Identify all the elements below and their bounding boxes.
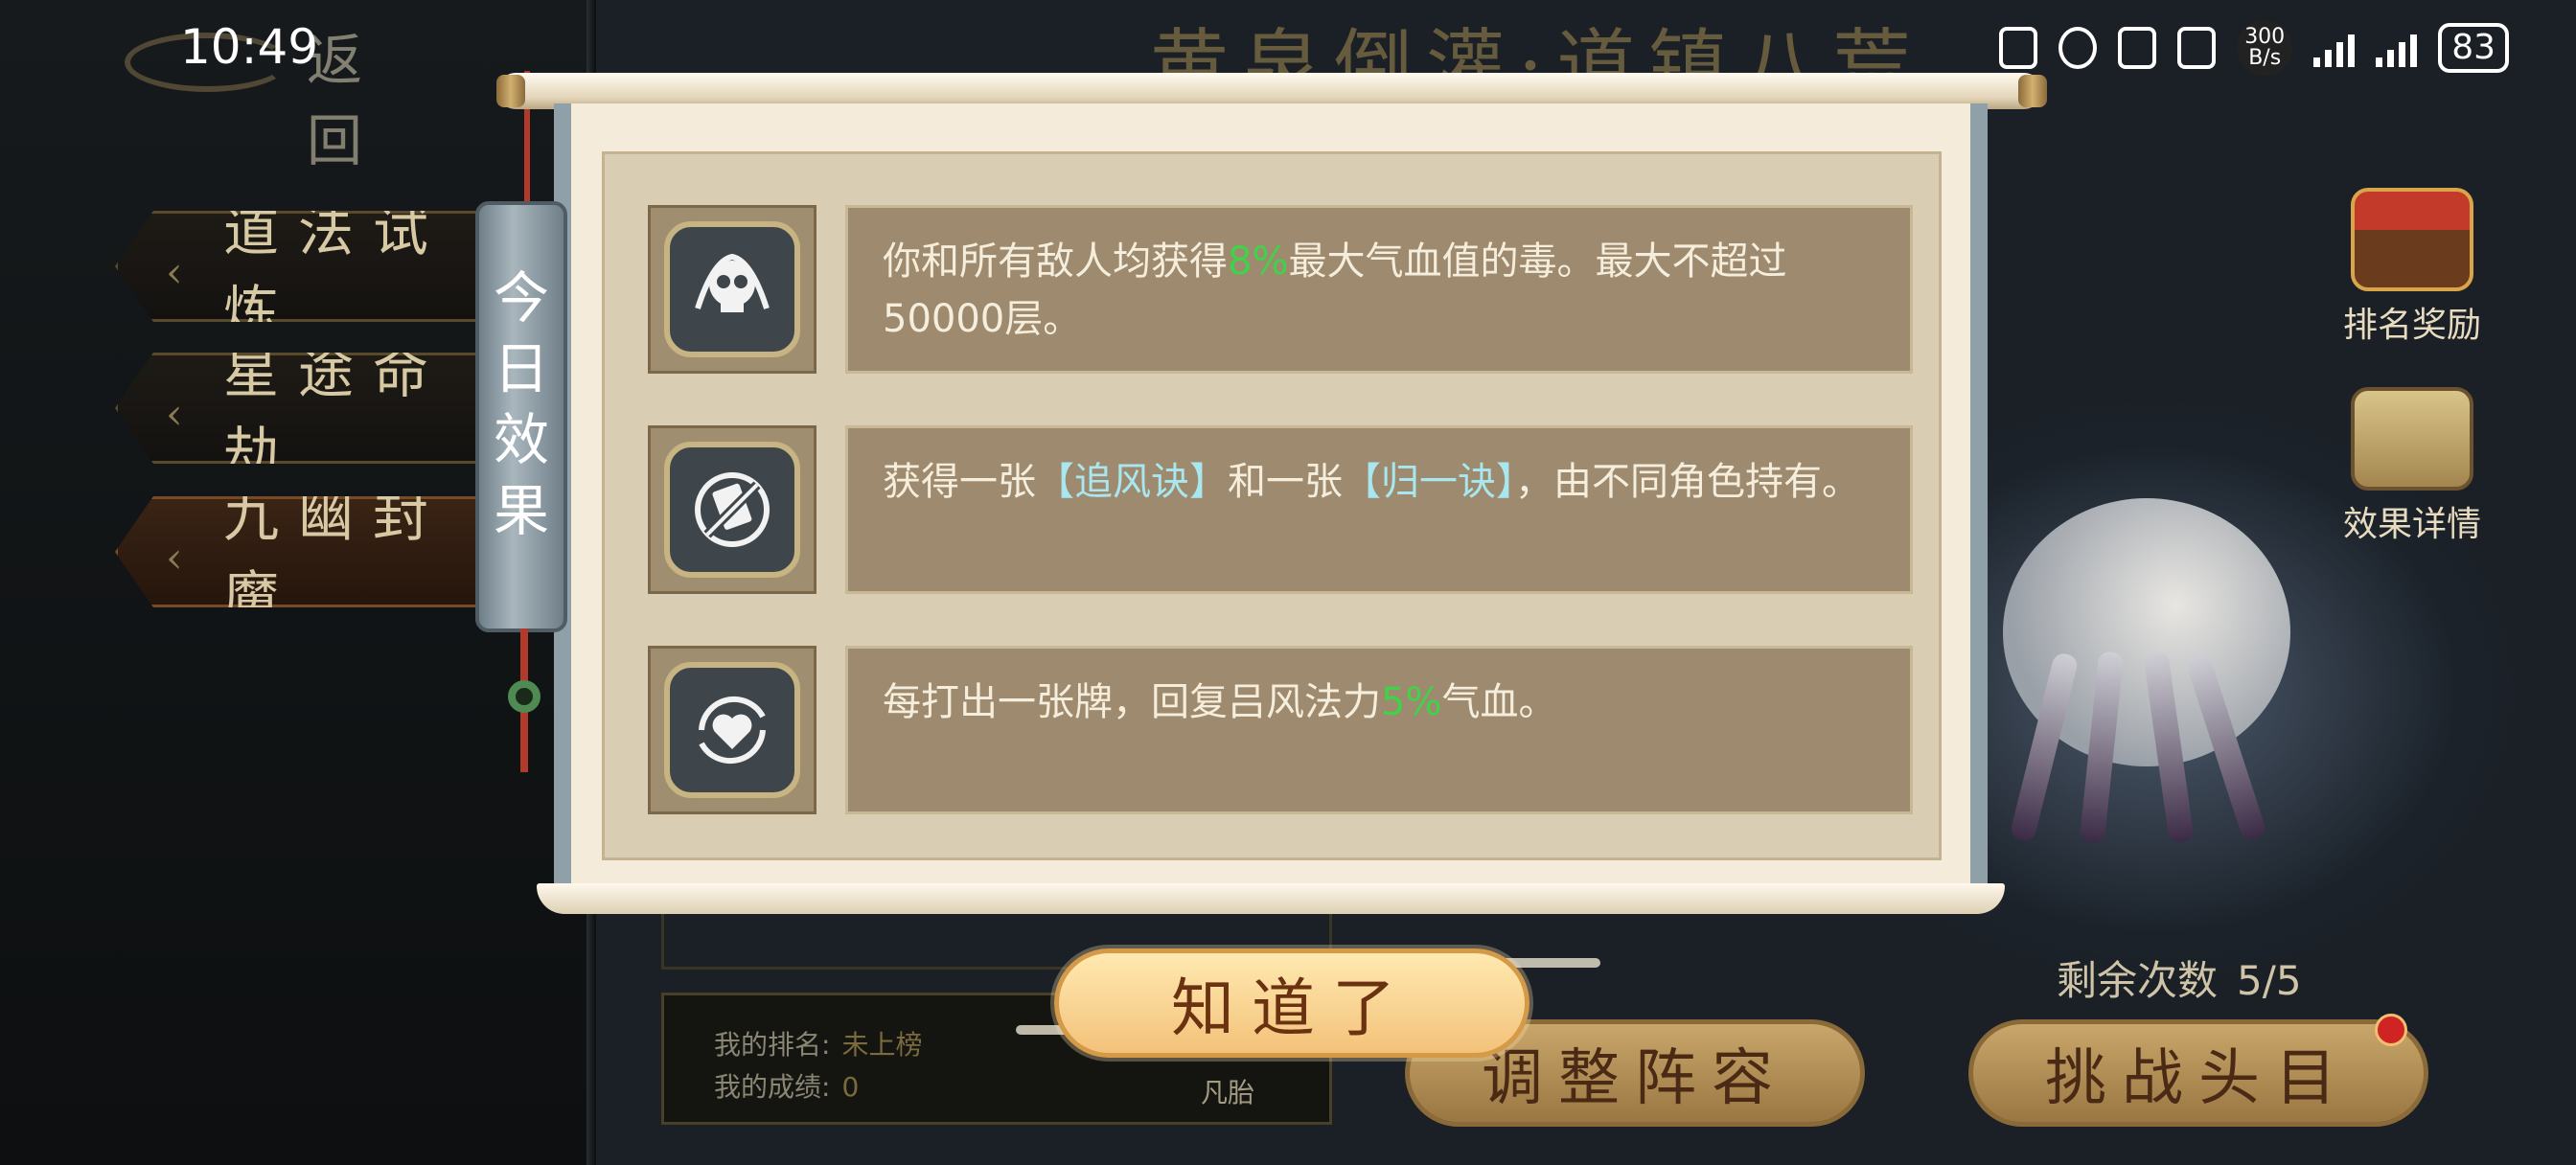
system-icons: 300 B/s 83 — [1999, 19, 2509, 77]
boss-creature — [1974, 498, 2319, 862]
confirm-button[interactable]: 知道了 — [1054, 948, 1530, 1058]
vibrate-icon — [2177, 27, 2217, 69]
chevron-left-icon: ‹ — [166, 534, 183, 582]
effect-description: 每打出一张牌，回复吕风法力5%气血。 — [845, 646, 1913, 814]
effect-text-part: 和一张 — [1228, 460, 1343, 504]
my-score-row: 我的成绩: 0 — [714, 1066, 859, 1105]
effect-row: 你和所有敌人均获得8%最大气血值的毒。最大不超过50000层。 — [648, 205, 1913, 374]
remaining-attempts: 剩余次数 5/5 — [2057, 948, 2302, 1007]
my-score-value: 0 — [841, 1071, 860, 1103]
signal-icon-2 — [2376, 29, 2418, 67]
net-speed: 300 B/s — [2237, 20, 2293, 76]
treasure-chest-icon — [2351, 188, 2473, 291]
card-name: 【追风诀】 — [1036, 460, 1228, 504]
jade-ring-icon — [508, 680, 540, 713]
effect-icon-frame — [648, 646, 816, 814]
chevron-left-icon: ‹ — [166, 248, 183, 297]
alarm-icon — [2058, 27, 2098, 69]
effect-description: 获得一张【追风诀】和一张【归一诀】，由不同角色持有。 — [845, 425, 1913, 594]
tag-label: 今日效果 — [479, 263, 564, 546]
battery-indicator: 83 — [2438, 23, 2509, 73]
effect-text-part: 你和所有敌人均获得 — [883, 240, 1228, 284]
rank-reward-label: 排名奖励 — [2342, 306, 2481, 345]
effect-description: 你和所有敌人均获得8%最大气血值的毒。最大不超过50000层。 — [845, 205, 1913, 374]
my-rank-row: 我的排名: 未上榜 — [714, 1024, 922, 1062]
effect-text-part: 气血。 — [1441, 680, 1557, 724]
my-score-label: 我的成绩: — [714, 1071, 831, 1103]
effect-icon-frame — [648, 425, 816, 594]
tag-char: 效 — [493, 407, 549, 472]
nfc-icon — [1999, 27, 2038, 69]
bluetooth-icon — [2118, 27, 2157, 69]
tag-char: 果 — [493, 478, 549, 543]
challenge-boss-button[interactable]: 挑战头目 — [1968, 1019, 2428, 1127]
my-rank-label: 我的排名: — [714, 1029, 831, 1061]
tag-char: 日 — [493, 336, 549, 401]
notification-dot — [2375, 1014, 2407, 1046]
net-speed-unit: B/s — [2248, 46, 2282, 70]
chevron-left-icon: ‹ — [166, 390, 183, 439]
card-name: 【归一诀】 — [1343, 460, 1515, 504]
net-speed-value: 300 — [2244, 25, 2286, 49]
effect-detail-label: 效果详情 — [2342, 505, 2481, 544]
effect-detail-button[interactable]: 效果详情 — [2340, 387, 2484, 546]
effect-highlight: 8% — [1228, 240, 1289, 284]
effect-text-part: 每打出一张牌，回复吕风法力 — [883, 680, 1381, 724]
effect-row: 获得一张【追风诀】和一张【归一诀】，由不同角色持有。 — [648, 425, 1913, 594]
effect-text-part: ，由不同角色持有。 — [1515, 460, 1860, 504]
effect-highlight: 5% — [1381, 680, 1442, 724]
today-effect-tag: 今日效果 — [475, 201, 567, 632]
effect-row: 每打出一张牌，回复吕风法力5%气血。 — [648, 646, 1913, 814]
heart-icon — [699, 696, 766, 765]
skull-icon — [695, 253, 770, 312]
realm-chip: 凡胎 — [1201, 1077, 1255, 1108]
no-card-icon — [695, 472, 770, 547]
scroll-knob-left — [496, 75, 525, 107]
tag-char: 今 — [493, 265, 549, 331]
effect-text-part: 获得一张 — [883, 460, 1036, 504]
clock: 10:49 — [180, 19, 319, 75]
scroll-icon — [2351, 387, 2473, 491]
effect-icon-frame — [648, 205, 816, 374]
menu-item-xingtu[interactable]: ‹ 星途命劫 — [115, 353, 498, 464]
remaining-value: 5/5 — [2237, 957, 2302, 1004]
my-rank-value: 未上榜 — [841, 1029, 923, 1061]
scroll-knob-right — [2018, 75, 2047, 107]
remaining-label: 剩余次数 — [2057, 957, 2219, 1004]
scroll-bottom-rod — [537, 883, 2005, 914]
rank-reward-button[interactable]: 排名奖励 — [2340, 188, 2484, 347]
signal-icon — [2313, 29, 2356, 67]
menu-item-daofa[interactable]: ‹ 道法试炼 — [115, 211, 498, 322]
menu-item-jiuyou[interactable]: ‹ 九幽封魔 — [115, 496, 498, 607]
